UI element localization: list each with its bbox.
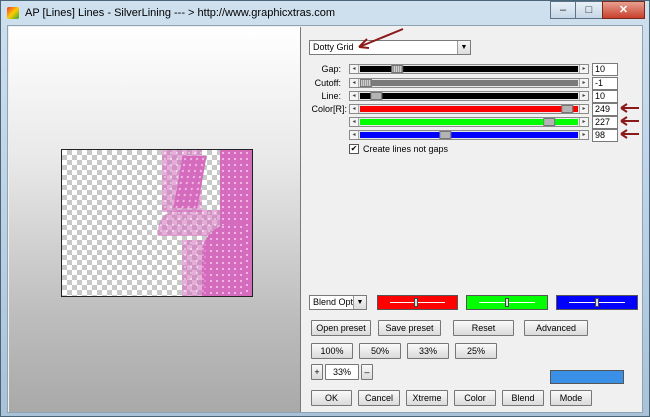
red-swatch[interactable] bbox=[377, 295, 458, 310]
pink-shape bbox=[202, 224, 242, 296]
gap-label: Gap: bbox=[321, 64, 341, 74]
zoom-value-field[interactable]: 33% bbox=[325, 364, 359, 380]
plugin-window: AP [Lines] Lines - SilverLining --- > ht… bbox=[0, 0, 650, 417]
cancel-button[interactable]: Cancel bbox=[358, 390, 400, 406]
open-preset-button[interactable]: Open preset bbox=[311, 320, 371, 336]
zoom-25-button[interactable]: 25% bbox=[455, 343, 497, 359]
zoom-33-button[interactable]: 33% bbox=[407, 343, 449, 359]
cutoff-value-field[interactable]: -1 bbox=[592, 77, 618, 90]
zoom-50-button[interactable]: 50% bbox=[359, 343, 401, 359]
minimize-button[interactable]: – bbox=[550, 1, 576, 19]
cutoff-slider[interactable]: ◂ ▸ bbox=[349, 78, 589, 88]
ok-button[interactable]: OK bbox=[311, 390, 352, 406]
chevron-down-icon[interactable]: ▼ bbox=[353, 296, 366, 309]
line-value-field[interactable]: 10 bbox=[592, 90, 618, 103]
checkbox-box[interactable]: ✔ bbox=[349, 144, 359, 154]
blue-channel-slider[interactable]: ◂ ▸ bbox=[349, 130, 589, 140]
cutoff-label: Cutoff: bbox=[314, 78, 341, 88]
xtreme-button[interactable]: Xtreme bbox=[406, 390, 448, 406]
line-label: Line: bbox=[321, 91, 341, 101]
maximize-button[interactable]: □ bbox=[576, 1, 602, 19]
color-preview-swatch bbox=[550, 370, 624, 384]
slider-right-arrow-icon[interactable]: ▸ bbox=[579, 65, 588, 73]
gap-slider[interactable]: ◂ ▸ bbox=[349, 64, 589, 74]
blue-swatch[interactable] bbox=[556, 295, 638, 310]
slider-track[interactable] bbox=[360, 92, 578, 100]
slider-right-arrow-icon[interactable]: ▸ bbox=[579, 105, 588, 113]
app-icon bbox=[7, 7, 19, 19]
zoom-100-button[interactable]: 100% bbox=[311, 343, 353, 359]
slider-thumb[interactable] bbox=[370, 92, 383, 100]
color-label: Color[R]: bbox=[311, 104, 347, 114]
slider-thumb[interactable] bbox=[360, 79, 372, 87]
dialog-client: Dotty Grid ▼ Gap: ◂ ▸ 10 Cutoff: ◂ ▸ -1 … bbox=[7, 25, 643, 413]
blend-button[interactable]: Blend bbox=[502, 390, 544, 406]
slider-thumb[interactable] bbox=[561, 105, 574, 113]
slider-track[interactable] bbox=[360, 65, 578, 73]
preset-dropdown-value: Dotty Grid bbox=[313, 42, 354, 52]
line-slider[interactable]: ◂ ▸ bbox=[349, 91, 589, 101]
blue-value-field[interactable]: 98 bbox=[592, 129, 618, 142]
slider-thumb[interactable] bbox=[543, 118, 556, 126]
slider-thumb[interactable] bbox=[390, 65, 403, 73]
window-controls: – □ ✕ bbox=[550, 1, 645, 19]
slider-right-arrow-icon[interactable]: ▸ bbox=[579, 92, 588, 100]
red-value-field[interactable]: 249 bbox=[592, 103, 618, 116]
blend-options-dropdown[interactable]: Blend Optio ▼ bbox=[309, 295, 367, 310]
slider-right-arrow-icon[interactable]: ▸ bbox=[579, 79, 588, 87]
blue-track[interactable] bbox=[360, 131, 578, 139]
window-title: AP [Lines] Lines - SilverLining --- > ht… bbox=[25, 7, 336, 19]
red-track[interactable] bbox=[360, 105, 578, 113]
red-channel-slider[interactable]: ◂ ▸ bbox=[349, 104, 589, 114]
close-button[interactable]: ✕ bbox=[602, 1, 645, 19]
mode-button[interactable]: Mode bbox=[550, 390, 592, 406]
green-value-field[interactable]: 227 bbox=[592, 116, 618, 129]
preview-panel bbox=[9, 27, 301, 412]
green-channel-slider[interactable]: ◂ ▸ bbox=[349, 117, 589, 127]
slider-left-arrow-icon[interactable]: ◂ bbox=[350, 79, 359, 87]
title-bar[interactable]: AP [Lines] Lines - SilverLining --- > ht… bbox=[1, 1, 649, 25]
checkbox-label: Create lines not gaps bbox=[363, 144, 449, 154]
swatch-thumb[interactable] bbox=[414, 298, 418, 307]
slider-left-arrow-icon[interactable]: ◂ bbox=[350, 131, 359, 139]
swatch-thumb[interactable] bbox=[505, 298, 509, 307]
slider-left-arrow-icon[interactable]: ◂ bbox=[350, 118, 359, 126]
slider-left-arrow-icon[interactable]: ◂ bbox=[350, 105, 359, 113]
preset-dropdown[interactable]: Dotty Grid ▼ bbox=[309, 40, 471, 55]
reset-button[interactable]: Reset bbox=[453, 320, 514, 336]
slider-thumb[interactable] bbox=[439, 131, 452, 139]
pink-shape-soft bbox=[182, 240, 206, 296]
controls-panel: Dotty Grid ▼ Gap: ◂ ▸ 10 Cutoff: ◂ ▸ -1 … bbox=[303, 27, 641, 412]
green-track[interactable] bbox=[360, 118, 578, 126]
advanced-button[interactable]: Advanced bbox=[524, 320, 588, 336]
zoom-minus-button[interactable]: – bbox=[361, 364, 373, 380]
create-lines-checkbox[interactable]: ✔ Create lines not gaps bbox=[349, 144, 448, 154]
chevron-down-icon[interactable]: ▼ bbox=[457, 41, 470, 54]
green-swatch[interactable] bbox=[466, 295, 548, 310]
slider-right-arrow-icon[interactable]: ▸ bbox=[579, 118, 588, 126]
color-button[interactable]: Color bbox=[454, 390, 496, 406]
slider-right-arrow-icon[interactable]: ▸ bbox=[579, 131, 588, 139]
zoom-plus-button[interactable]: + bbox=[311, 364, 323, 380]
preview-image[interactable] bbox=[61, 149, 253, 297]
slider-track[interactable] bbox=[360, 79, 578, 87]
save-preset-button[interactable]: Save preset bbox=[378, 320, 441, 336]
slider-left-arrow-icon[interactable]: ◂ bbox=[350, 65, 359, 73]
swatch-thumb[interactable] bbox=[595, 298, 599, 307]
slider-left-arrow-icon[interactable]: ◂ bbox=[350, 92, 359, 100]
gap-value-field[interactable]: 10 bbox=[592, 63, 618, 76]
